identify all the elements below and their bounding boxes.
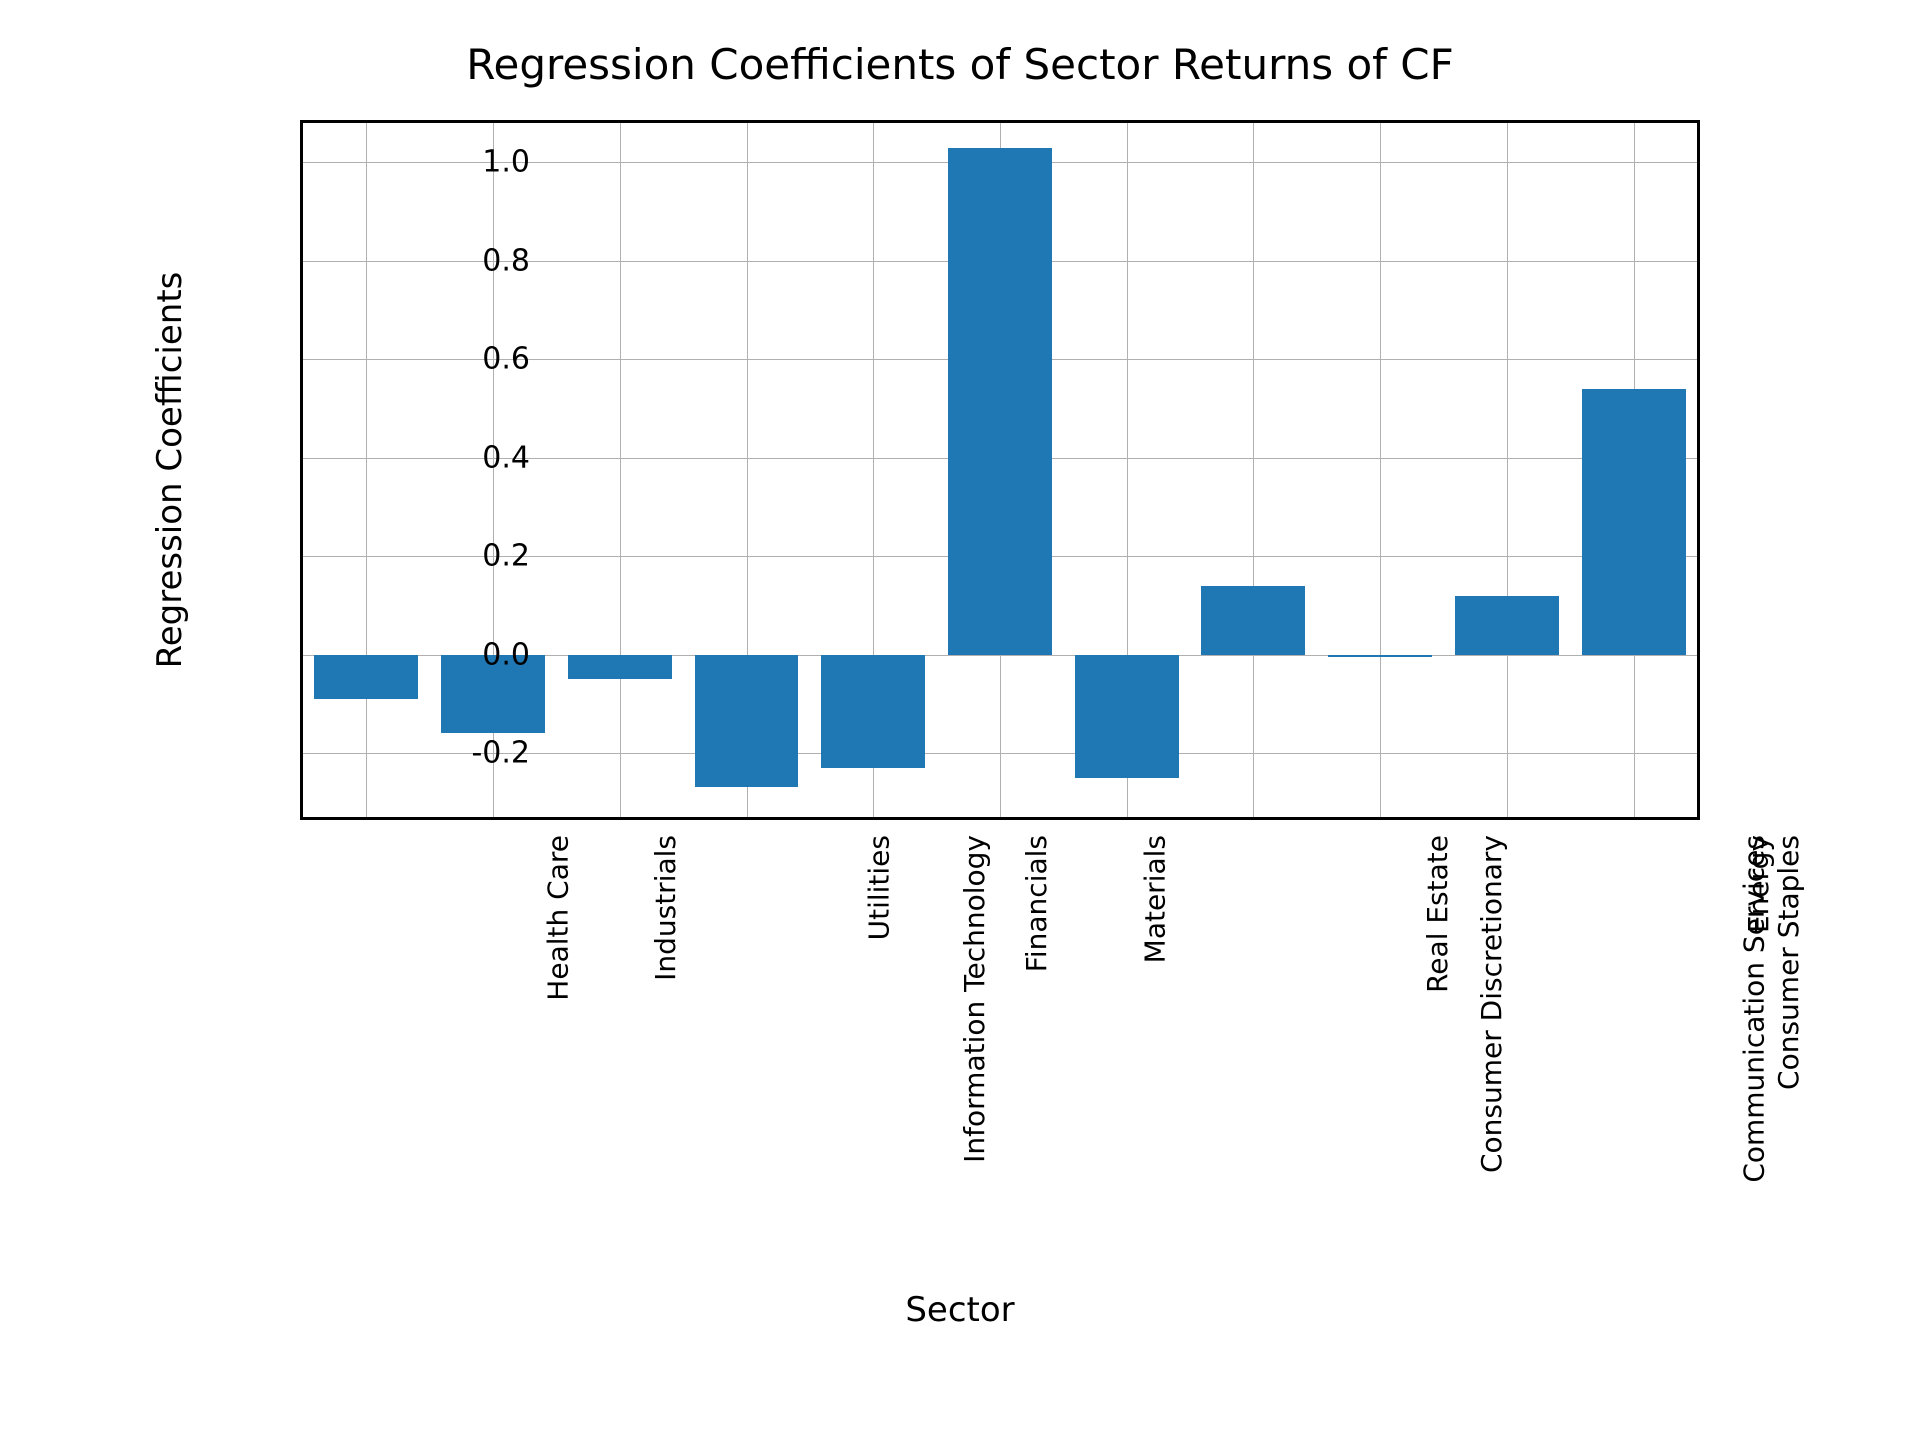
x-tick-label: Industrials <box>649 835 682 981</box>
x-tick-label: Materials <box>1138 835 1171 963</box>
y-tick-label: 0.8 <box>450 243 530 278</box>
bar <box>948 148 1052 655</box>
bar <box>568 655 672 680</box>
x-tick-label: Energy <box>1742 835 1775 933</box>
x-tick-label: Health Care <box>542 835 575 1001</box>
y-tick-label: 0.0 <box>450 637 530 672</box>
bar <box>1582 389 1686 655</box>
bar <box>314 655 418 699</box>
grid-line-vertical <box>366 123 367 817</box>
grid-line-vertical <box>620 123 621 817</box>
grid-line-vertical <box>1507 123 1508 817</box>
grid-line-vertical <box>1253 123 1254 817</box>
bar <box>1455 596 1559 655</box>
chart-title: Regression Coefficients of Sector Return… <box>140 40 1780 89</box>
x-tick-label: Financials <box>1020 835 1053 972</box>
bar <box>1328 655 1432 657</box>
y-tick-label: 0.4 <box>450 440 530 475</box>
x-tick-label: Consumer Staples <box>1772 835 1805 1090</box>
chart-container: Regression Coefficients of Sector Return… <box>140 40 1780 1400</box>
x-tick-label: Information Technology <box>958 835 991 1163</box>
x-tick-label: Utilities <box>862 835 895 940</box>
x-tick-label: Consumer Discretionary <box>1475 835 1508 1173</box>
grid-line-vertical <box>1380 123 1381 817</box>
y-tick-label: 0.2 <box>450 539 530 574</box>
x-tick-label: Real Estate <box>1421 835 1454 993</box>
x-axis-label: Sector <box>140 1290 1780 1330</box>
bar <box>1201 586 1305 655</box>
y-tick-label: 0.6 <box>450 342 530 377</box>
bar <box>695 655 799 788</box>
y-tick-label: 1.0 <box>450 145 530 180</box>
y-axis-label: Regression Coefficients <box>150 272 190 669</box>
bar <box>1075 655 1179 778</box>
y-tick-label: -0.2 <box>450 736 530 771</box>
bar <box>821 655 925 768</box>
